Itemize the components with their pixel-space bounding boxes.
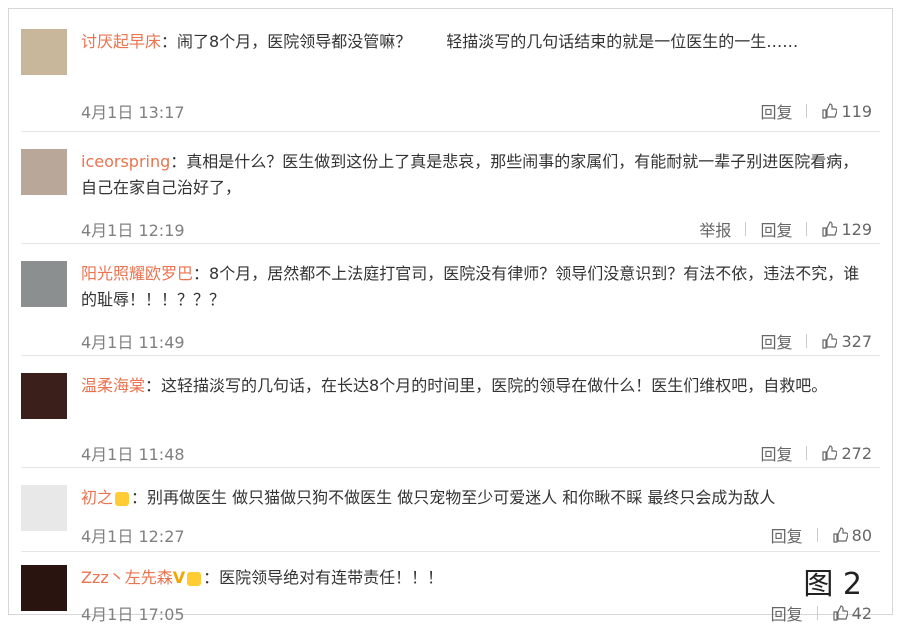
like-count: 42 xyxy=(851,603,872,623)
comment-text: ：真相是什么？医生做到这份上了真是悲哀，那些闹事的家属们，有能耐就一辈子别进医院… xyxy=(81,152,859,197)
avatar[interactable] xyxy=(21,29,67,75)
member-badge-icon xyxy=(115,491,130,506)
separator xyxy=(745,222,747,236)
like-button[interactable]: 80 xyxy=(832,526,872,545)
report-button[interactable]: 举报 xyxy=(699,217,731,241)
comment-list: 讨厌起早床：闹了8个月，医院领导都没管嘛？ 轻描淡写的几句话结束的就是一位医生的… xyxy=(8,8,893,624)
like-button[interactable]: 327 xyxy=(821,332,872,351)
comment-text-block: 温柔海棠：这轻描淡写的几句话，在长达8个月的时间里，医院的领导在做什么！医生们维… xyxy=(81,373,872,399)
thumbs-up-icon xyxy=(833,527,848,543)
like-button[interactable]: 119 xyxy=(821,102,872,121)
comment-text-block: 阳光照耀欧罗巴：8个月，居然都不上法庭打官司，医院没有律师？领导们没意识到？有法… xyxy=(81,261,872,313)
divider xyxy=(21,131,880,132)
separator xyxy=(806,334,808,348)
divider xyxy=(21,551,880,552)
comment-text-continued: 轻描淡写的几句话结束的就是一位医生的一生…… xyxy=(446,32,799,51)
comment-text: ：闹了8个月，医院领导都没管嘛？ xyxy=(161,32,412,51)
like-count: 129 xyxy=(841,219,872,239)
like-count: 119 xyxy=(841,101,872,121)
avatar[interactable] xyxy=(21,261,67,307)
comment-text: ：8个月，居然都不上法庭打官司，医院没有律师？领导们没意识到？有法不依，违法不究… xyxy=(81,264,860,309)
separator xyxy=(806,104,808,118)
comment-text-block: 初之 ：别再做医生 做只猫做只狗不做医生 做只宠物至少可爱迷人 和你瞅不睬 最终只… xyxy=(81,485,872,511)
separator xyxy=(816,606,818,620)
reply-button[interactable]: 回复 xyxy=(771,523,803,547)
figure-label: 图 2 xyxy=(803,567,862,602)
username[interactable]: 阳光照耀欧罗巴 xyxy=(81,264,193,283)
thumbs-up-icon xyxy=(822,445,838,461)
avatar[interactable] xyxy=(21,485,67,531)
like-button[interactable]: 42 xyxy=(832,604,872,623)
timestamp: 4月1日 12:19 xyxy=(81,221,185,240)
member-badge-icon xyxy=(187,571,202,586)
timestamp: 4月1日 17:05 xyxy=(81,605,185,624)
divider xyxy=(21,467,880,468)
timestamp: 4月1日 13:17 xyxy=(81,103,185,122)
reply-button[interactable]: 回复 xyxy=(760,99,792,123)
timestamp: 4月1日 12:27 xyxy=(81,527,185,546)
like-count: 327 xyxy=(841,331,872,351)
thumbs-up-icon xyxy=(822,221,838,237)
username[interactable]: 温柔海棠 xyxy=(81,376,145,395)
verified-v-icon: V xyxy=(172,568,186,587)
actions: 回复 327 xyxy=(760,329,872,353)
actions: 回复 272 xyxy=(760,441,872,465)
comment-text-block: iceorspring：真相是什么？医生做到这份上了真是悲哀，那些闹事的家属们，… xyxy=(81,149,872,201)
separator xyxy=(816,528,818,542)
username[interactable]: 初之 xyxy=(81,488,113,507)
thumbs-up-icon xyxy=(822,103,838,119)
like-button[interactable]: 129 xyxy=(821,220,872,239)
comment-text: ：医院领导绝对有连带责任！！！ xyxy=(203,568,444,587)
separator xyxy=(806,446,808,460)
actions: 举报 回复 129 xyxy=(699,217,872,241)
actions: 回复 42 xyxy=(771,601,872,625)
comment-text-block: Zzz丶左先森V ：医院领导绝对有连带责任！！！ xyxy=(81,565,872,591)
comment-text: ：这轻描淡写的几句话，在长达8个月的时间里，医院的领导在做什么！医生们维权吧，自… xyxy=(145,376,828,395)
thumbs-up-icon xyxy=(822,333,838,349)
username[interactable]: Zzz丶左先森 xyxy=(81,568,173,587)
like-count: 80 xyxy=(851,525,872,545)
divider xyxy=(21,243,880,244)
comment-text: ：别再做医生 做只猫做只狗不做医生 做只宠物至少可爱迷人 和你瞅不睬 最终只会成… xyxy=(131,488,776,507)
separator xyxy=(806,222,808,236)
divider xyxy=(21,355,880,356)
reply-button[interactable]: 回复 xyxy=(771,601,803,625)
timestamp: 4月1日 11:49 xyxy=(81,333,185,352)
reply-button[interactable]: 回复 xyxy=(760,217,792,241)
like-count: 272 xyxy=(841,443,872,463)
timestamp: 4月1日 11:48 xyxy=(81,445,185,464)
avatar[interactable] xyxy=(21,565,67,611)
avatar[interactable] xyxy=(21,149,67,195)
reply-button[interactable]: 回复 xyxy=(760,441,792,465)
actions: 回复 119 xyxy=(760,99,872,123)
actions: 回复 80 xyxy=(771,523,872,547)
username[interactable]: iceorspring xyxy=(81,152,170,171)
thumbs-up-icon xyxy=(833,605,848,621)
like-button[interactable]: 272 xyxy=(821,444,872,463)
reply-button[interactable]: 回复 xyxy=(760,329,792,353)
username[interactable]: 讨厌起早床 xyxy=(81,32,161,51)
comment-text-block: 讨厌起早床：闹了8个月，医院领导都没管嘛？ 轻描淡写的几句话结束的就是一位医生的… xyxy=(81,29,872,55)
avatar[interactable] xyxy=(21,373,67,419)
